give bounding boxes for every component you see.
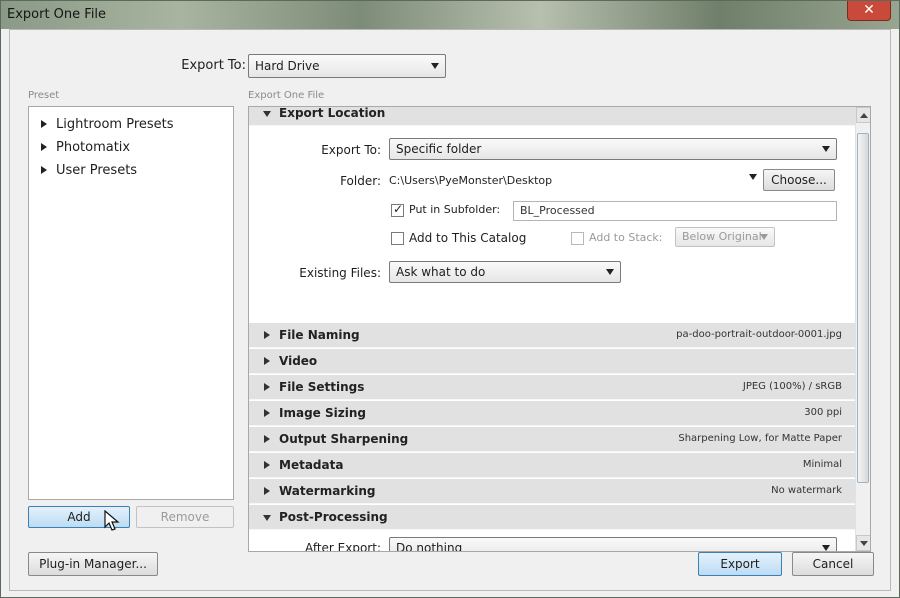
triangle-down-icon (263, 515, 271, 521)
existing-files-label: Existing Files: (299, 266, 381, 280)
triangle-right-icon (41, 143, 47, 151)
existing-files-dropdown[interactable]: Ask what to do (389, 261, 621, 283)
add-to-stack-label: Add to Stack: (589, 231, 663, 244)
triangle-right-icon (264, 487, 270, 495)
export-to-dropdown[interactable]: Hard Drive (248, 54, 446, 78)
scroll-down-button[interactable] (856, 535, 870, 551)
close-button[interactable]: ✕ (847, 1, 891, 21)
chevron-down-icon (822, 146, 830, 152)
triangle-right-icon (264, 383, 270, 391)
subfolder-label: Put in Subfolder: (409, 203, 501, 216)
preset-tree: Lightroom Presets Photomatix User Preset… (28, 106, 234, 500)
section-video[interactable]: Video (249, 349, 856, 374)
settings-group-label: Export One File (248, 90, 325, 101)
plugin-manager-button[interactable]: Plug-in Manager... (28, 552, 158, 576)
chevron-down-icon (606, 269, 614, 275)
add-to-stack-checkbox[interactable] (571, 232, 584, 245)
close-icon: ✕ (863, 2, 875, 18)
section-file-naming[interactable]: File Naming pa-doo-portrait-outdoor-0001… (249, 323, 856, 348)
window-title: Export One File (7, 7, 107, 22)
add-to-catalog-checkbox[interactable] (391, 232, 404, 245)
triangle-right-icon (41, 120, 47, 128)
cancel-button[interactable]: Cancel (792, 552, 874, 576)
dialog-body: Export To: Hard Drive Preset Export One … (9, 29, 891, 591)
preset-folder-lightroom[interactable]: Lightroom Presets (41, 117, 174, 132)
section-image-sizing[interactable]: Image Sizing 300 ppi (249, 401, 856, 426)
section-file-settings[interactable]: File Settings JPEG (100%) / sRGB (249, 375, 856, 400)
after-export-dropdown[interactable]: Do nothing (389, 537, 837, 551)
triangle-right-icon (41, 166, 47, 174)
location-export-to-dropdown[interactable]: Specific folder (389, 138, 837, 160)
preset-folder-photomatix[interactable]: Photomatix (41, 140, 130, 155)
choose-folder-button[interactable]: Choose... (763, 169, 835, 191)
export-to-value: Hard Drive (255, 59, 320, 73)
preset-folder-user[interactable]: User Presets (41, 163, 137, 178)
preset-group-label: Preset (28, 90, 60, 101)
folder-label: Folder: (340, 174, 381, 188)
subfolder-input[interactable]: BL_Processed (513, 201, 837, 221)
chevron-down-icon[interactable] (749, 174, 757, 180)
scroll-thumb[interactable] (857, 133, 869, 483)
section-output-sharpening[interactable]: Output Sharpening Sharpening Low, for Ma… (249, 427, 856, 452)
add-to-catalog-label: Add to This Catalog (409, 231, 527, 245)
triangle-right-icon (264, 357, 270, 365)
stack-position-dropdown[interactable]: Below Original (675, 227, 775, 247)
location-export-to-label: Export To: (321, 143, 381, 157)
triangle-right-icon (264, 435, 270, 443)
settings-scrollbar[interactable] (855, 107, 870, 551)
chevron-down-icon (760, 234, 768, 240)
section-watermarking[interactable]: Watermarking No watermark (249, 479, 856, 504)
triangle-down-icon (263, 111, 271, 117)
export-to-label: Export To: (181, 58, 246, 73)
cursor-icon (104, 510, 120, 531)
section-export-location[interactable]: Export Location (249, 107, 856, 126)
triangle-right-icon (264, 461, 270, 469)
section-post-processing[interactable]: Post-Processing (249, 505, 856, 530)
chevron-down-icon (431, 63, 439, 69)
scroll-up-button[interactable] (856, 107, 870, 123)
chevron-down-icon (822, 545, 830, 551)
subfolder-checkbox[interactable] (391, 202, 404, 217)
triangle-right-icon (264, 409, 270, 417)
section-metadata[interactable]: Metadata Minimal (249, 453, 856, 478)
settings-panel: Export Location Export To: Specific fold… (248, 106, 871, 552)
export-button[interactable]: Export (698, 552, 782, 576)
export-dialog: Export One File ✕ Export To: Hard Drive … (0, 0, 900, 598)
after-export-label: After Export: (305, 541, 381, 552)
triangle-right-icon (264, 331, 270, 339)
remove-preset-button[interactable]: Remove (136, 506, 234, 528)
folder-path: C:\Users\PyeMonster\Desktop (389, 174, 553, 187)
title-bar: Export One File ✕ (1, 1, 899, 29)
